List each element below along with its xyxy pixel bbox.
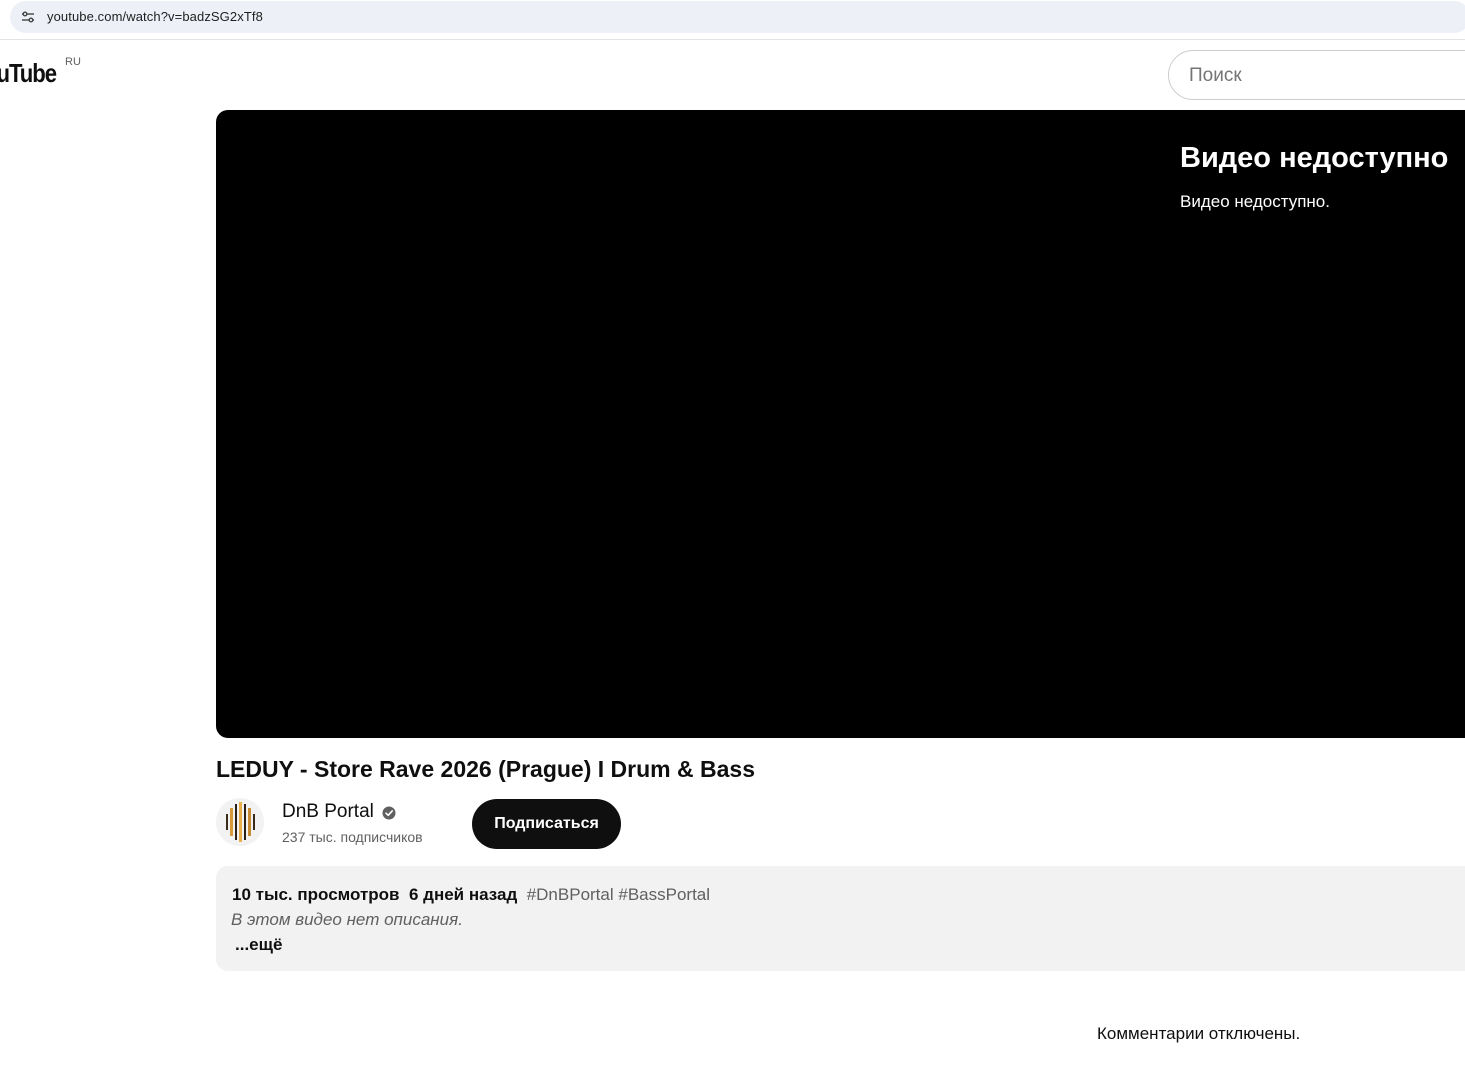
comments-disabled-message: Комментарии отключены. bbox=[1097, 1024, 1301, 1043]
description-box[interactable]: 10 тыс. просмотров 6 дней назад #DnBPort… bbox=[216, 866, 1465, 971]
description-empty-text: В этом видео нет описания. bbox=[231, 910, 463, 929]
country-code: RU bbox=[65, 56, 81, 68]
description-more-button[interactable]: ...ещё bbox=[235, 935, 282, 955]
video-player[interactable]: Видео недоступно Видео недоступно. bbox=[216, 110, 1465, 738]
description-meta: 10 тыс. просмотров 6 дней назад #DnBPort… bbox=[232, 885, 710, 905]
hashtag-link[interactable]: #BassPortal bbox=[618, 885, 710, 904]
search-input[interactable] bbox=[1189, 63, 1465, 89]
channel-avatar[interactable] bbox=[216, 798, 264, 846]
publish-date: 6 дней назад bbox=[408, 885, 518, 904]
site-info-icon[interactable] bbox=[20, 9, 36, 25]
search-box[interactable] bbox=[1168, 50, 1465, 100]
channel-avatar-image bbox=[216, 798, 264, 846]
youtube-logo[interactable]: ouTube bbox=[0, 58, 57, 89]
channel-name[interactable]: DnB Portal bbox=[282, 801, 374, 823]
hashtag-link[interactable]: #DnBPortal bbox=[527, 885, 614, 904]
view-count: 10 тыс. просмотров bbox=[232, 885, 400, 904]
address-bar[interactable]: youtube.com/watch?v=badzSG2xTf8 bbox=[10, 1, 1465, 33]
verified-check-icon bbox=[382, 806, 396, 820]
player-error-title: Видео недоступно bbox=[1180, 142, 1449, 174]
subscribe-button[interactable]: Подписаться bbox=[472, 799, 621, 849]
video-title: LEDUY - Store Rave 2026 (Prague) I Drum … bbox=[216, 756, 755, 782]
address-url[interactable]: youtube.com/watch?v=badzSG2xTf8 bbox=[47, 9, 263, 24]
subscriber-count: 237 тыс. подписчиков bbox=[282, 829, 423, 845]
player-error-message: Видео недоступно. bbox=[1180, 192, 1330, 211]
browser-toolbar: youtube.com/watch?v=badzSG2xTf8 bbox=[0, 0, 1465, 40]
